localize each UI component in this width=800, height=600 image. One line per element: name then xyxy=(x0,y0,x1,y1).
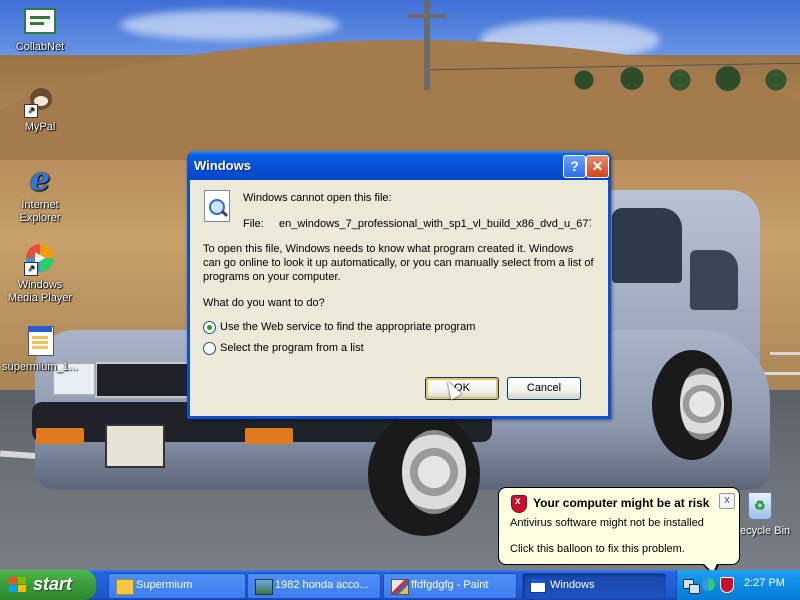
network-icon[interactable] xyxy=(683,577,700,594)
cancel-button[interactable]: Cancel xyxy=(507,377,581,400)
recycle-bin-icon[interactable]: ♻ xyxy=(744,486,774,520)
desktop-icon-label: CollabNet xyxy=(15,41,65,53)
paint-icon xyxy=(391,579,409,595)
taskbar-item-supermium[interactable]: Supermium xyxy=(108,573,246,599)
explanation-line-1: To open this file, Windows needs to know… xyxy=(203,243,574,255)
taskbar-item-image-viewer[interactable]: 1982 honda acco... xyxy=(247,573,381,599)
desktop-icon-label: Windows Media Player xyxy=(7,279,73,304)
select-from-list-radio[interactable] xyxy=(203,342,216,355)
explanation-line-2: can go online to look it up automaticall… xyxy=(203,257,594,269)
security-shield-icon xyxy=(511,495,527,513)
desktop-icon-mypal[interactable]: ↗ MyPal xyxy=(2,86,78,134)
start-label: start xyxy=(33,574,73,594)
start-button[interactable]: start xyxy=(0,570,96,600)
desktop-icon-supermium-installer[interactable]: supermium_1... xyxy=(2,326,78,374)
tray-app-icon[interactable] xyxy=(701,577,716,592)
balloon-line-1: Antivirus software might not be installe… xyxy=(510,517,704,529)
question-text: What do you want to do? xyxy=(203,297,325,309)
cannot-open-text: Windows cannot open this file: xyxy=(243,192,392,204)
explanation-line-3: programs on your computer. xyxy=(203,271,341,283)
taskbar-item-label: Windows xyxy=(550,579,595,591)
taskbar-item-label: ffdfgdgfg - Paint xyxy=(411,579,489,591)
close-icon: ✕ xyxy=(591,158,604,174)
internet-explorer-icon: e xyxy=(29,160,51,198)
security-balloon[interactable]: Your computer might be at risk x Antivir… xyxy=(498,487,740,565)
recycle-bin-label[interactable]: ecycle Bin xyxy=(740,525,790,537)
taskbar-item-label: Supermium xyxy=(136,579,193,591)
taskbar-item-windows-dialog[interactable]: Windows xyxy=(522,573,666,599)
file-search-icon xyxy=(204,190,230,222)
installer-icon xyxy=(24,326,56,358)
collabnet-icon xyxy=(24,6,56,38)
desktop-icon-collabnet[interactable]: CollabNet xyxy=(2,6,78,54)
taskbar-clock[interactable]: 2:27 PM xyxy=(744,577,785,589)
dialog-titlebar[interactable]: Windows ? ✕ xyxy=(187,151,611,180)
select-from-list-option-label[interactable]: Select the program from a list xyxy=(220,342,364,354)
ok-button[interactable]: OK xyxy=(425,377,499,400)
web-service-option-label[interactable]: Use the Web service to find the appropri… xyxy=(220,321,475,333)
dialog-body: Windows cannot open this file: File: en_… xyxy=(190,180,608,416)
image-viewer-icon xyxy=(255,579,273,595)
windows-media-player-icon: ↗ xyxy=(24,244,56,276)
balloon-title: Your computer might be at risk xyxy=(533,496,710,510)
question-mark-icon: ? xyxy=(570,158,579,174)
window-icon xyxy=(530,579,546,593)
desktop-icon-label: Internet Explorer xyxy=(19,199,61,224)
mypal-icon: ↗ xyxy=(24,86,56,118)
security-alert-icon[interactable] xyxy=(719,577,734,593)
windows-flag-icon xyxy=(9,577,27,593)
taskbar-item-paint[interactable]: ffdfgdgfg - Paint xyxy=(383,573,517,599)
balloon-close-button[interactable]: x xyxy=(719,493,735,509)
dialog-title: Windows xyxy=(194,158,251,173)
desktop-icon-label: MyPal xyxy=(24,121,56,133)
help-button[interactable]: ? xyxy=(563,155,586,178)
file-label: File: xyxy=(243,218,264,230)
desktop-icon-windows-media-player[interactable]: ↗ Windows Media Player xyxy=(2,244,78,305)
web-service-radio[interactable] xyxy=(203,321,216,334)
desktop-icon-label: supermium_1... xyxy=(2,361,78,373)
open-with-dialog: Windows ? ✕ Windows cannot open this fil… xyxy=(187,151,611,419)
folder-icon xyxy=(116,579,134,595)
file-name: en_windows_7_professional_with_sp1_vl_bu… xyxy=(279,218,591,230)
close-button[interactable]: ✕ xyxy=(586,155,609,178)
desktop-icon-internet-explorer[interactable]: e Internet Explorer xyxy=(2,160,78,225)
taskbar-item-label: 1982 honda acco... xyxy=(275,579,369,591)
balloon-line-2: Click this balloon to fix this problem. xyxy=(510,543,685,555)
